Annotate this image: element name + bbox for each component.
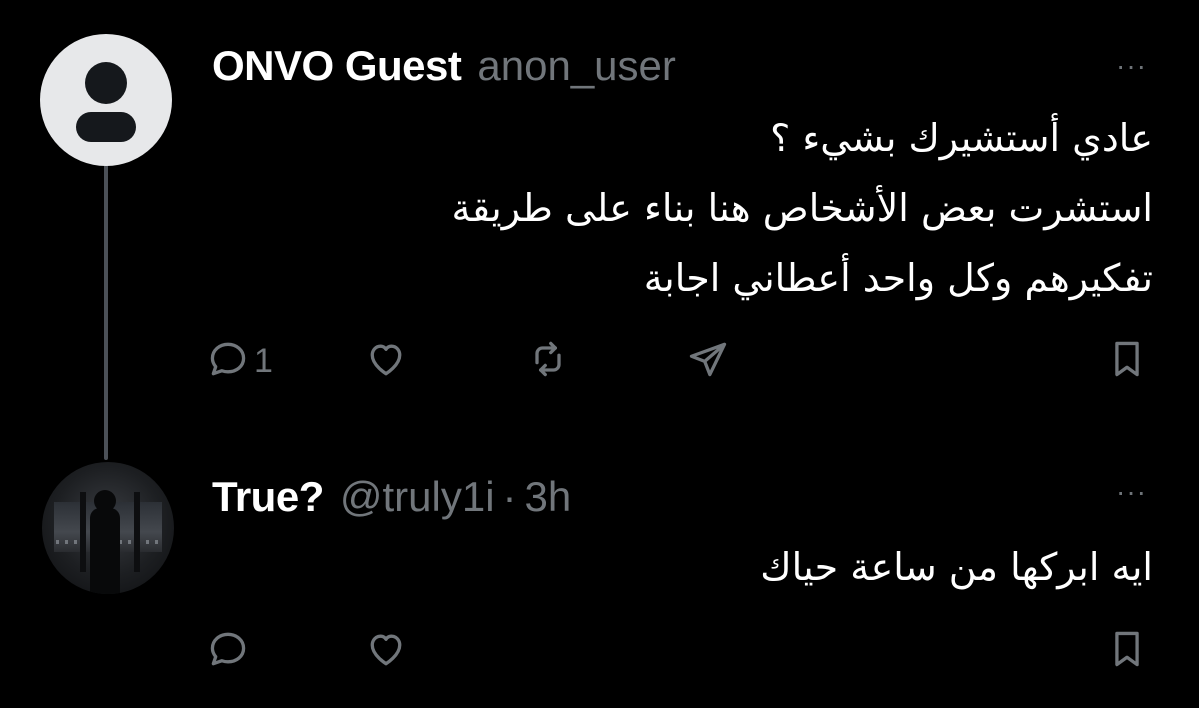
post-header: True? @truly1i · 3h <box>212 473 571 521</box>
user-handle[interactable]: anon_user <box>477 42 676 90</box>
display-name[interactable]: ONVO Guest <box>212 42 462 90</box>
reply-icon <box>206 337 250 386</box>
avatar-default-profile[interactable] <box>40 34 172 166</box>
more-options-icon[interactable]: ··· <box>1116 52 1147 80</box>
avatar-body-shape <box>76 112 136 142</box>
post-text: ايه ابركها من ساعة حياك <box>760 532 1153 602</box>
avatar-window-frame <box>134 492 140 572</box>
post-text-line: ايه ابركها من ساعة حياك <box>760 545 1153 589</box>
more-options-icon[interactable]: ··· <box>1116 478 1147 506</box>
bookmark-icon <box>1105 337 1149 386</box>
bookmark-button[interactable] <box>1105 336 1149 386</box>
reply-count: 1 <box>254 341 273 380</box>
reply-button[interactable] <box>206 626 250 676</box>
bookmark-icon <box>1105 627 1149 676</box>
post-parent[interactable]: ONVO Guest anon_user ··· عادي أستشيرك بش… <box>0 0 1199 440</box>
post-text-line: استشرت بعض الأشخاص هنا بناء على طريقة <box>451 186 1153 230</box>
like-button[interactable] <box>364 626 408 676</box>
post-timestamp[interactable]: 3h <box>525 473 572 521</box>
avatar-silhouette-body <box>90 508 120 594</box>
avatar-head-shape <box>85 62 127 104</box>
post-header: ONVO Guest anon_user <box>212 42 676 90</box>
post-reply[interactable]: True? @truly1i · 3h ··· ايه ابركها من سا… <box>0 440 1199 708</box>
like-button[interactable] <box>364 336 408 386</box>
post-text-line: عادي أستشيرك بشيء ؟ <box>770 116 1153 160</box>
action-bar: 1 <box>0 336 1199 386</box>
like-icon <box>364 627 408 676</box>
reply-button[interactable]: 1 <box>206 336 273 386</box>
repost-button[interactable] <box>526 336 570 386</box>
reply-icon <box>206 627 250 676</box>
avatar-photo[interactable] <box>42 462 174 594</box>
share-icon <box>686 337 730 386</box>
post-text-line: تفكيرهم وكل واحد أعطاني اجابة <box>643 256 1153 300</box>
separator-dot: · <box>502 473 517 520</box>
like-icon <box>364 337 408 386</box>
avatar-window-frame <box>80 492 86 572</box>
action-bar <box>0 626 1199 676</box>
display-name[interactable]: True? <box>212 473 324 521</box>
user-handle[interactable]: @truly1i <box>340 473 495 521</box>
bookmark-button[interactable] <box>1105 626 1149 676</box>
post-text: عادي أستشيرك بشيء ؟ استشرت بعض الأشخاص ه… <box>452 103 1153 313</box>
repost-icon <box>526 337 570 386</box>
share-button[interactable] <box>686 336 730 386</box>
